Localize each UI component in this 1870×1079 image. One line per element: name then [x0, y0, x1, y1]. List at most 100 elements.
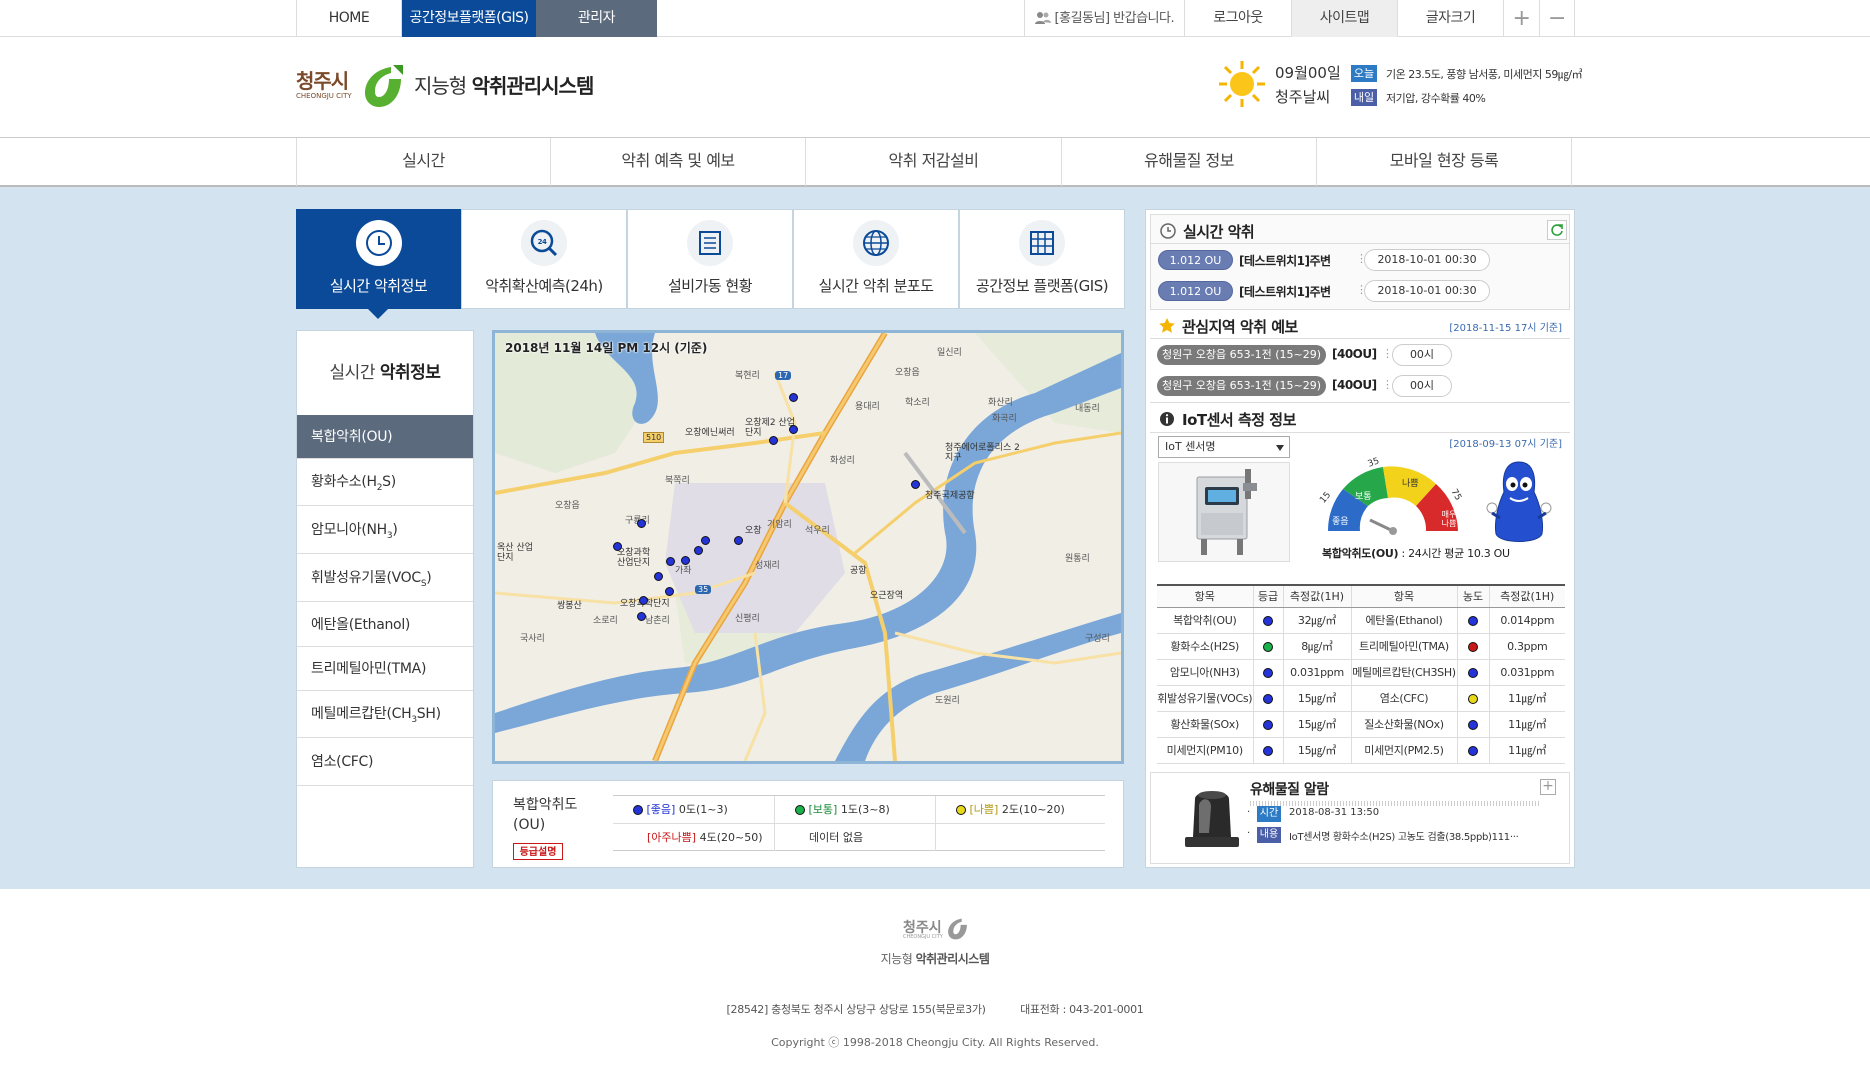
iot-sensor-select[interactable]: IoT 센서명: [1158, 436, 1290, 458]
sensor-marker[interactable]: [769, 436, 778, 445]
map-label: 오창과학 산업단지: [617, 548, 651, 568]
table-cell: 황화수소(H2S): [1157, 633, 1253, 660]
sensor-marker[interactable]: [789, 393, 798, 402]
admin-link[interactable]: 관리자: [536, 0, 657, 37]
map-label: 오창제2 산업단지: [745, 418, 795, 438]
iot-title: IoT센서 측정 정보: [1182, 411, 1296, 429]
today-weather: 기온 23.5도, 풍향 남서풍, 미세먼지 59㎍/㎥: [1386, 68, 1583, 81]
grade-info-button[interactable]: 등급설명: [513, 843, 563, 860]
map-label: 석우리: [805, 526, 830, 536]
gauge-label: 나쁨: [1402, 479, 1419, 489]
table-cell: 15㎍/㎥: [1282, 737, 1351, 764]
sensor-marker[interactable]: [637, 519, 646, 528]
tab-equipment-status[interactable]: 설비가동 현황: [627, 209, 793, 309]
table-cell: 11㎍/㎥: [1488, 711, 1565, 738]
iot-average: 복합악취도(OU) : 24시간 평균 10.3 OU: [1322, 545, 1510, 561]
alarm-section: 유해물질 알람 + · 시간 2018-08-31 13:50 · 내용 IoT…: [1150, 772, 1570, 864]
refresh-button[interactable]: [1547, 220, 1567, 240]
alarm-content-value[interactable]: IoT센서명 황화수소(H2S) 고농도 검출(38.5ppb)111···: [1289, 828, 1559, 843]
sensor-marker[interactable]: [789, 425, 798, 434]
font-minus-button[interactable]: −: [1539, 0, 1575, 37]
sensor-marker[interactable]: [701, 536, 710, 545]
sidebar-item-ethanol[interactable]: 에탄올(Ethanol): [297, 603, 473, 647]
table-row: 미세먼지(PM10) 15㎍/㎥ 미세먼지(PM2.5) 11㎍/㎥: [1157, 737, 1565, 764]
sensor-marker[interactable]: [681, 556, 690, 565]
city-logo[interactable]: 청주시 CHEONGJU CITY: [296, 65, 406, 109]
table-header: 측정값(1H): [1488, 584, 1565, 608]
logo-text: 청주시: [296, 69, 349, 93]
sensor-marker[interactable]: [666, 557, 675, 566]
sidebar-item-tma[interactable]: 트리메틸아민(TMA): [297, 647, 473, 691]
home-link[interactable]: HOME: [296, 0, 402, 37]
user-icon: [1034, 12, 1051, 24]
sensor-marker[interactable]: [639, 596, 648, 605]
search-24h-icon: 24: [521, 220, 567, 266]
sensor-marker[interactable]: [734, 536, 743, 545]
gnb-forecast[interactable]: 악취 예측 및 예보: [551, 138, 806, 186]
grade-cell: [1456, 685, 1489, 712]
tab-diffusion-forecast[interactable]: 24 악취확산예측(24h): [461, 209, 627, 309]
table-cell: 0.031ppm: [1282, 659, 1351, 686]
greeting-text: [홍길동님] 반갑습니다.: [1054, 11, 1175, 26]
alarm-more-button[interactable]: +: [1540, 779, 1556, 795]
today-badge: 오늘: [1351, 65, 1377, 82]
sidebar-item-voc[interactable]: 휘발성유기물(VOCS): [297, 555, 473, 602]
map-label: 일신리: [937, 348, 962, 358]
sensor-marker[interactable]: [613, 542, 622, 551]
sidebar-item-ch3sh[interactable]: 메틸메르캅탄(CH3SH): [297, 691, 473, 738]
gnb-mobile-register[interactable]: 모바일 현장 등록: [1317, 138, 1572, 186]
map-road-label: 35: [695, 585, 712, 594]
font-plus-button[interactable]: +: [1503, 0, 1539, 37]
table-row: 황산화물(SOx) 15㎍/㎥ 질소산화물(NOx) 11㎍/㎥: [1157, 711, 1565, 738]
gnb-realtime[interactable]: 실시간: [296, 138, 551, 186]
sensor-marker[interactable]: [665, 587, 674, 596]
tab-distribution-map[interactable]: 실시간 악취 분포도: [793, 209, 959, 309]
sensor-marker[interactable]: [654, 572, 663, 581]
tab-gis-platform[interactable]: 공간정보 플랫폼(GIS): [959, 209, 1125, 309]
map-label: 복현리: [735, 371, 760, 381]
sensor-marker[interactable]: [694, 546, 703, 555]
tab-label: 실시간 악취정보: [329, 277, 428, 295]
sensor-marker[interactable]: [911, 480, 920, 489]
sidebar-item-label: 휘발성유기물(VOC: [311, 570, 421, 586]
legend-text: 4도(20~50): [699, 831, 763, 844]
sidebar-item-h2s[interactable]: 황화수소(H2S): [297, 459, 473, 506]
legend-item-bad: [나쁨] 2도(10~20): [956, 801, 1065, 817]
sidebar-item-nh3[interactable]: 암모니아(NH3): [297, 507, 473, 554]
system-title: 지능형 악취관리시스템: [414, 70, 594, 99]
sidebar-title: 실시간 악취정보: [297, 331, 473, 415]
gis-link[interactable]: 공간정보플랫폼(GIS): [402, 0, 536, 37]
tab-label: 실시간 악취 분포도: [818, 277, 934, 295]
sensor-marker[interactable]: [637, 612, 646, 621]
sidebar-item-cfc[interactable]: 염소(CFC): [297, 739, 473, 786]
sitemap-link[interactable]: 사이트맵: [1291, 0, 1397, 37]
map-canvas[interactable]: [495, 333, 1121, 761]
map-label: 오창: [745, 526, 762, 536]
table-cell: 황산화물(SOx): [1157, 711, 1253, 738]
table-cell: 8㎍/㎥: [1282, 633, 1351, 660]
map-label: 화산리: [988, 398, 1013, 408]
sidebar-item-label: 메틸메르캅탄(CH: [311, 706, 412, 722]
grade-dot-icon: [1468, 667, 1478, 678]
grade-cell: [1456, 711, 1489, 738]
gnb-reduction-equipment[interactable]: 악취 저감설비: [806, 138, 1062, 186]
gauge-label: 좋음: [1332, 517, 1349, 527]
dot-blue-icon: [633, 805, 643, 815]
active-tab-arrow: [368, 309, 388, 319]
greeting-area: [홍길동님] 반갑습니다.: [1024, 0, 1184, 37]
grade-dot-icon: [1468, 693, 1478, 704]
grade-dot-icon: [1468, 615, 1478, 626]
sidebar-item-composite-odor[interactable]: 복합악취(OU): [297, 415, 473, 459]
map-label: 공항: [850, 566, 867, 576]
list-icon: [687, 220, 733, 266]
gnb-hazardous-info[interactable]: 유해물질 정보: [1062, 138, 1317, 186]
logo-sub: CHEONGJU CITY: [296, 92, 352, 100]
star-icon: [1159, 318, 1175, 333]
sidebar-item-label: 에탄올(Ethanol): [311, 617, 411, 633]
table-cell: 트리메틸아민(TMA): [1350, 633, 1457, 660]
odor-map[interactable]: 2018년 11월 14일 PM 12시 (기준) 일신리 오창읍 복현리 화산…: [492, 330, 1124, 764]
tab-realtime-odor[interactable]: 실시간 악취정보: [296, 209, 461, 309]
footer-logo-sub: CHEONGJU CITY: [903, 934, 943, 940]
grade-cell: [1252, 711, 1283, 738]
logout-link[interactable]: 로그아웃: [1184, 0, 1291, 37]
